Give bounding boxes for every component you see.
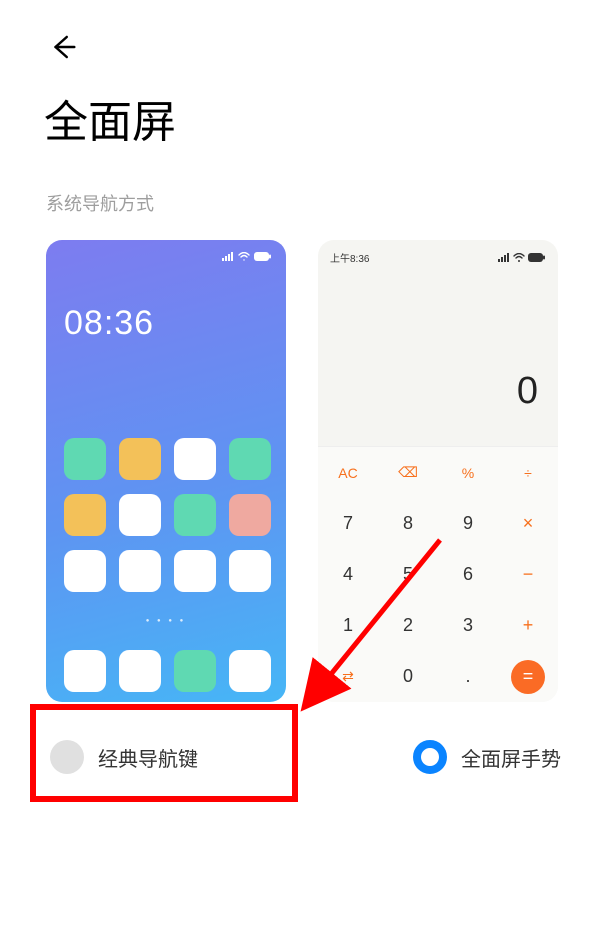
dock-app-icon [174, 650, 216, 692]
app-icon [174, 494, 216, 536]
calc-key-⌫: ⌫ [378, 447, 438, 498]
app-icon [174, 550, 216, 592]
status-bar-icons [222, 252, 272, 261]
radio-unselected-icon [50, 740, 84, 774]
preview-dock [64, 650, 271, 692]
app-icon [229, 550, 271, 592]
preview-gesture-nav[interactable]: 上午8:36 0 AC⌫%÷789×456−123+⇄0.= [318, 240, 558, 702]
option-gesture-label: 全面屏手势 [461, 743, 561, 772]
dock-app-icon [119, 650, 161, 692]
wifi-icon [513, 253, 525, 262]
calc-key-9: 9 [438, 498, 498, 549]
preview-app-grid [64, 438, 271, 592]
preview-classic-nav[interactable]: 08:36 ● ● ● ● [46, 240, 286, 702]
wifi-icon [238, 252, 250, 261]
app-icon [174, 438, 216, 480]
status-bar: 上午8:36 [330, 250, 546, 265]
calc-key-%: % [438, 447, 498, 498]
app-icon [64, 550, 106, 592]
calc-key-+: + [498, 600, 558, 651]
signal-icon [498, 253, 510, 262]
option-gesture-nav[interactable]: 全面屏手势 [409, 730, 565, 784]
calc-key-8: 8 [378, 498, 438, 549]
calc-key-2: 2 [378, 600, 438, 651]
calc-key-7: 7 [318, 498, 378, 549]
calc-key-5: 5 [378, 549, 438, 600]
back-button[interactable] [48, 32, 78, 62]
calc-key-=: = [498, 651, 558, 702]
calc-key-AC: AC [318, 447, 378, 498]
app-icon [119, 494, 161, 536]
calc-key-−: − [498, 549, 558, 600]
page-indicator-dots: ● ● ● ● [46, 618, 286, 624]
dock-app-icon [64, 650, 106, 692]
calc-key-÷: ÷ [498, 447, 558, 498]
calc-key-×: × [498, 498, 558, 549]
calc-key-1: 1 [318, 600, 378, 651]
signal-icon [222, 252, 234, 261]
calc-key-.: . [438, 651, 498, 702]
radio-selected-icon [413, 740, 447, 774]
calculator-display: 0 [517, 370, 538, 413]
calc-key-4: 4 [318, 549, 378, 600]
preview-clock: 08:36 [64, 304, 154, 343]
app-icon [64, 438, 106, 480]
calc-key-0: 0 [378, 651, 438, 702]
battery-icon [254, 252, 272, 261]
calc-key-%: ⇄ [318, 651, 378, 702]
app-icon [229, 438, 271, 480]
calc-key-6: 6 [438, 549, 498, 600]
calculator-keypad: AC⌫%÷ 789× 456− 123+ ⇄0.= [318, 446, 558, 702]
calc-key-3: 3 [438, 600, 498, 651]
app-icon [119, 550, 161, 592]
section-label: 系统导航方式 [46, 190, 154, 216]
dock-app-icon [229, 650, 271, 692]
option-classic-label: 经典导航键 [98, 743, 198, 772]
battery-icon [528, 253, 546, 262]
page-title: 全面屏 [44, 86, 176, 150]
status-time: 上午8:36 [330, 250, 369, 265]
option-classic-nav[interactable]: 经典导航键 [46, 730, 202, 784]
app-icon [64, 494, 106, 536]
app-icon [119, 438, 161, 480]
app-icon [229, 494, 271, 536]
